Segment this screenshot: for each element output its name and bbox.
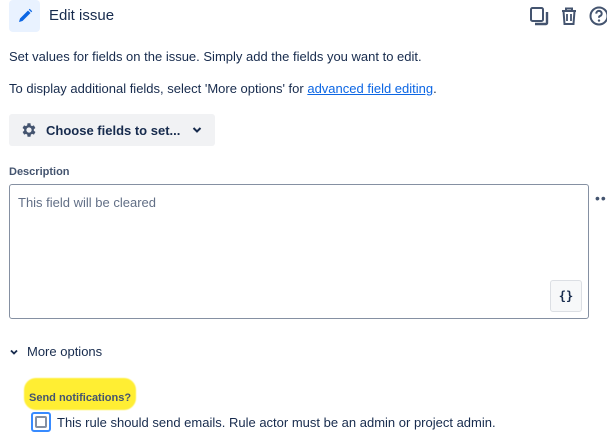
send-notifications-label: Send notifications? xyxy=(29,392,132,404)
header-actions xyxy=(527,4,607,28)
more-actions-icon[interactable]: •• xyxy=(595,190,607,206)
smart-value-button[interactable]: {} xyxy=(550,280,582,312)
chevron-down-icon xyxy=(193,127,202,133)
description-placeholder: This field will be cleared xyxy=(18,195,157,210)
chevron-down-icon xyxy=(10,349,18,355)
page-title: Edit issue xyxy=(49,7,115,24)
advanced-field-editing-link[interactable]: advanced field editing xyxy=(307,81,433,96)
more-options-toggle[interactable]: More options xyxy=(9,344,102,359)
trash-icon[interactable] xyxy=(557,4,581,28)
description-field[interactable]: This field will be cleared {} xyxy=(9,184,589,319)
intro-prefix: To display additional fields, select 'Mo… xyxy=(9,81,308,96)
more-options-label: More options xyxy=(27,344,103,359)
pencil-icon xyxy=(9,0,40,32)
send-emails-option[interactable]: This rule should send emails. Rule actor… xyxy=(31,412,496,432)
choose-fields-button[interactable]: Choose fields to set... xyxy=(9,114,215,146)
gear-icon xyxy=(22,123,36,137)
help-icon[interactable] xyxy=(587,4,607,28)
description-label: Description xyxy=(9,166,70,178)
intro-text: Set values for fields on the issue. Simp… xyxy=(9,49,422,64)
intro-more-options-text: To display additional fields, select 'Mo… xyxy=(9,81,437,96)
duplicate-icon[interactable] xyxy=(527,4,551,28)
choose-fields-label: Choose fields to set... xyxy=(46,122,181,138)
send-emails-checkbox[interactable] xyxy=(35,416,47,428)
send-emails-checkbox-label: This rule should send emails. Rule actor… xyxy=(57,414,496,430)
intro-suffix: . xyxy=(433,81,437,96)
edit-issue-panel: Edit issue Set values for fields on the … xyxy=(0,0,607,446)
checkbox-focus-ring xyxy=(31,412,51,432)
